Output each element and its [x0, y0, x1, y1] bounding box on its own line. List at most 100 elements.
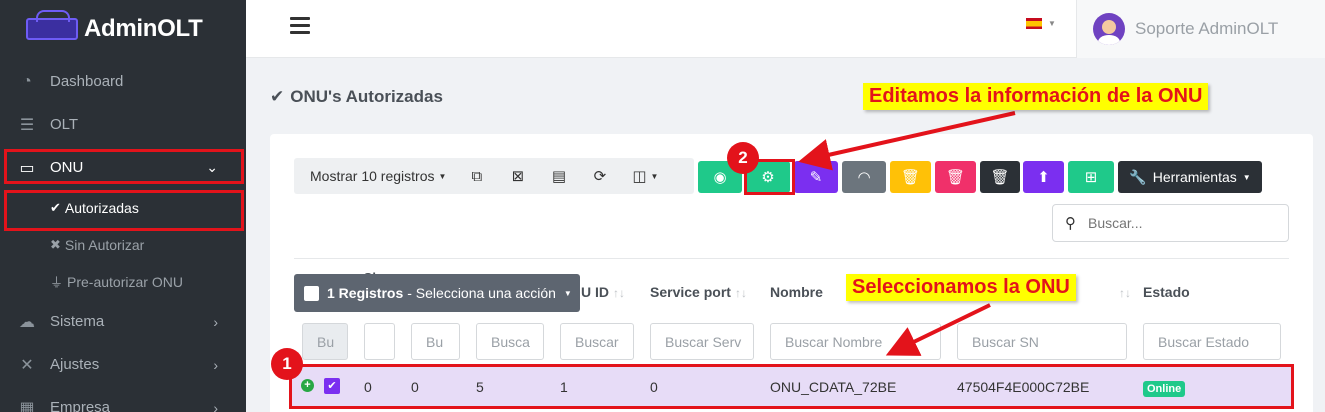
- tools-label: Herramientas: [1152, 169, 1237, 185]
- delete-pink-button[interactable]: 🗑: [935, 161, 976, 193]
- filter-input-2[interactable]: [364, 323, 395, 360]
- network-button[interactable]: ⊞: [1068, 161, 1114, 193]
- chevron-right-icon: ›: [213, 313, 218, 330]
- caret-down-icon: ▼: [563, 288, 572, 298]
- expand-row-icon[interactable]: +: [301, 379, 314, 392]
- selection-action-dropdown[interactable]: 1 Registros - Selecciona una acción ▼: [294, 274, 580, 312]
- sidebar-item-label: Sistema: [50, 313, 105, 330]
- sidebar-item-sistema[interactable]: ☁ Sistema ›: [0, 300, 246, 343]
- filter-input-service-port[interactable]: Buscar Serv: [650, 323, 754, 360]
- col-header-nombre[interactable]: Nombre: [770, 284, 823, 300]
- menu-icon[interactable]: [290, 17, 310, 35]
- page-length-select[interactable]: Mostrar 10 registros ▼: [294, 168, 456, 184]
- refresh-icon[interactable]: ⟳: [579, 158, 620, 194]
- excel-icon[interactable]: ⊠: [497, 158, 538, 194]
- filter-input-estado[interactable]: Buscar Estado: [1143, 323, 1281, 360]
- language-selector[interactable]: ▼: [1026, 18, 1056, 29]
- row-checkbox[interactable]: ✔: [324, 378, 340, 394]
- cell-nombre: ONU_CDATA_72BE: [770, 379, 897, 395]
- check-icon: ✔: [270, 87, 285, 106]
- brand-name: AdminOLT: [84, 15, 203, 42]
- file-icon[interactable]: ▤: [538, 158, 579, 194]
- sidebar-item-empresa[interactable]: ▦ Empresa ›: [0, 386, 246, 412]
- table-toolbar: Mostrar 10 registros ▼ ⧉ ⊠ ▤ ⟳ ◫ ▼: [294, 158, 694, 194]
- col-header-label: Service port: [650, 284, 731, 300]
- chevron-right-icon: ›: [213, 356, 218, 373]
- brand[interactable]: AdminOLT: [0, 0, 246, 58]
- caret-down-icon: ▼: [1048, 19, 1056, 28]
- cell-c3: 5: [476, 379, 484, 395]
- upload-icon: ⬆: [1037, 169, 1050, 186]
- filter-input-sn[interactable]: Buscar SN: [957, 323, 1127, 360]
- topbar: ▼ Soporte AdminOLT: [246, 0, 1325, 58]
- cell-c2: 0: [411, 379, 419, 395]
- brand-logo-icon: [26, 10, 78, 40]
- delete-dark-button[interactable]: 🗑: [980, 161, 1020, 193]
- search-input[interactable]: [1088, 215, 1268, 231]
- sidebar-item-label: Ajustes: [50, 356, 100, 373]
- sort-icon: ↑↓: [1119, 286, 1131, 300]
- filter-input-4[interactable]: Busca: [476, 323, 544, 360]
- sidebar-item-dashboard[interactable]: ◔ Dashboard: [0, 60, 246, 103]
- step-1-badge: 1: [271, 348, 303, 380]
- cell-onu-id: 1: [560, 379, 568, 395]
- status-badge: Online: [1143, 381, 1186, 397]
- selection-count: 1 Registros: [327, 285, 404, 301]
- delete-yellow-button[interactable]: 🗑: [890, 161, 931, 193]
- filter-input-onu-id[interactable]: Buscar: [560, 323, 634, 360]
- columns-icon[interactable]: ◫ ▼: [620, 158, 670, 194]
- tools-icon: ✕: [20, 356, 34, 374]
- user-name: Soporte AdminOLT: [1135, 19, 1279, 38]
- col-header-estado[interactable]: Estado: [1143, 284, 1190, 300]
- spain-flag-icon: [1026, 18, 1042, 29]
- filter-input-1[interactable]: Bu: [302, 323, 348, 360]
- autorizadas-highlight-box: [4, 190, 244, 231]
- user-menu[interactable]: Soporte AdminOLT: [1076, 0, 1325, 58]
- x-icon: ✖: [50, 236, 61, 252]
- sidebar-item-ajustes[interactable]: ✕ Ajustes ›: [0, 343, 246, 386]
- select-callout: Seleccionamos la ONU: [846, 274, 1076, 301]
- avatar: [1093, 13, 1125, 45]
- search-box: ⚲: [1052, 204, 1289, 242]
- sort-icon: ↑↓: [734, 286, 747, 300]
- edit-icon: ✎: [809, 169, 823, 186]
- onu-highlight-box: [4, 149, 244, 184]
- col-header-label: U ID: [581, 284, 609, 300]
- sitemap-icon: ⊞: [1084, 169, 1098, 186]
- chevron-right-icon: ›: [213, 399, 218, 412]
- sidebar-subitem-sin-autorizar[interactable]: ✖ Sin Autorizar: [0, 226, 246, 263]
- trash-icon: 🗑: [990, 169, 1010, 186]
- plug-icon: ⏚: [50, 275, 64, 290]
- wifi-icon: ◠: [857, 169, 871, 186]
- cell-service-port: 0: [650, 379, 658, 395]
- sidebar-subitem-label: Pre-autorizar ONU: [67, 273, 183, 290]
- edit-button[interactable]: ✎: [794, 161, 838, 193]
- col-header-service-port[interactable]: Service port ↑↓: [650, 284, 747, 300]
- caret-down-icon: ▼: [1242, 172, 1251, 182]
- search-icon: ⚲: [1065, 215, 1076, 232]
- cell-sn: 47504F4E000C72BE: [957, 379, 1090, 395]
- tools-dropdown-button[interactable]: 🔧 Herramientas ▼: [1118, 161, 1262, 193]
- col-header-onu-id[interactable]: U ID ↑↓: [581, 284, 625, 300]
- page-title: ✔ ONU's Autorizadas: [270, 87, 443, 107]
- wrench-icon: 🔧: [1129, 168, 1147, 185]
- sidebar-item-label: Empresa: [50, 399, 111, 412]
- sidebar-subitem-pre-autorizar[interactable]: ⏚ Pre-autorizar ONU: [0, 263, 246, 300]
- sidebar-item-olt[interactable]: ☰ OLT: [0, 103, 246, 146]
- table-top-divider: [294, 258, 1289, 259]
- cloud-icon: ☁: [19, 313, 35, 331]
- copy-icon[interactable]: ⧉: [456, 158, 497, 194]
- building-icon: ▦: [19, 399, 35, 412]
- filter-input-3[interactable]: Bu: [411, 323, 460, 360]
- server-icon: ☰: [19, 116, 35, 134]
- filter-input-nombre[interactable]: Buscar Nombre: [770, 323, 941, 360]
- select-all-checkbox[interactable]: [304, 285, 319, 301]
- step-2-badge: 2: [727, 142, 759, 174]
- sort-icon: ↑↓: [613, 286, 625, 300]
- gauge-icon: ◔: [22, 72, 32, 90]
- wifi-button[interactable]: ◠: [842, 161, 886, 193]
- col-header-sort-sn[interactable]: ↑↓: [1115, 284, 1131, 300]
- upload-button[interactable]: ⬆: [1023, 161, 1064, 193]
- trash-icon: 🗑: [900, 169, 921, 186]
- eye-icon: ◉: [713, 169, 727, 186]
